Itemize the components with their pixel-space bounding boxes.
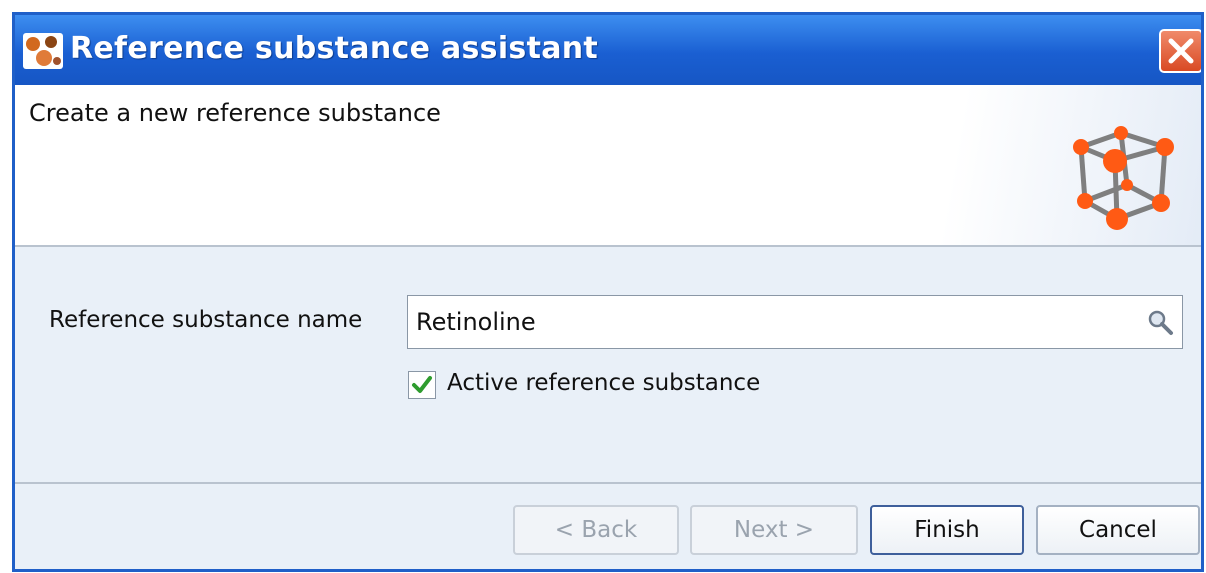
checkmark-icon bbox=[412, 376, 432, 393]
window-title: Reference substance assistant bbox=[70, 31, 599, 66]
finish-button[interactable]: Finish bbox=[870, 505, 1024, 555]
close-icon bbox=[1168, 38, 1194, 64]
cancel-button[interactable]: Cancel bbox=[1036, 505, 1200, 555]
name-input[interactable] bbox=[408, 296, 1138, 348]
close-button[interactable] bbox=[1159, 29, 1201, 73]
button-divider bbox=[15, 482, 1201, 484]
back-button[interactable]: < Back bbox=[513, 505, 679, 555]
title-bar[interactable]: Reference substance assistant bbox=[15, 15, 1201, 85]
search-icon[interactable] bbox=[1146, 308, 1174, 340]
app-logo-icon bbox=[23, 33, 63, 73]
active-checkbox[interactable] bbox=[408, 371, 436, 399]
molecule-cube-icon bbox=[1067, 123, 1179, 235]
name-label: Reference substance name bbox=[49, 307, 363, 333]
header-text: Create a new reference substance bbox=[29, 99, 441, 127]
active-checkbox-label[interactable]: Active reference substance bbox=[447, 370, 760, 396]
name-field-container bbox=[407, 295, 1183, 349]
header-pane: Create a new reference substance bbox=[15, 85, 1201, 247]
next-button[interactable]: Next > bbox=[690, 505, 858, 555]
dialog-window: Reference substance assistant Create a n… bbox=[12, 12, 1204, 572]
